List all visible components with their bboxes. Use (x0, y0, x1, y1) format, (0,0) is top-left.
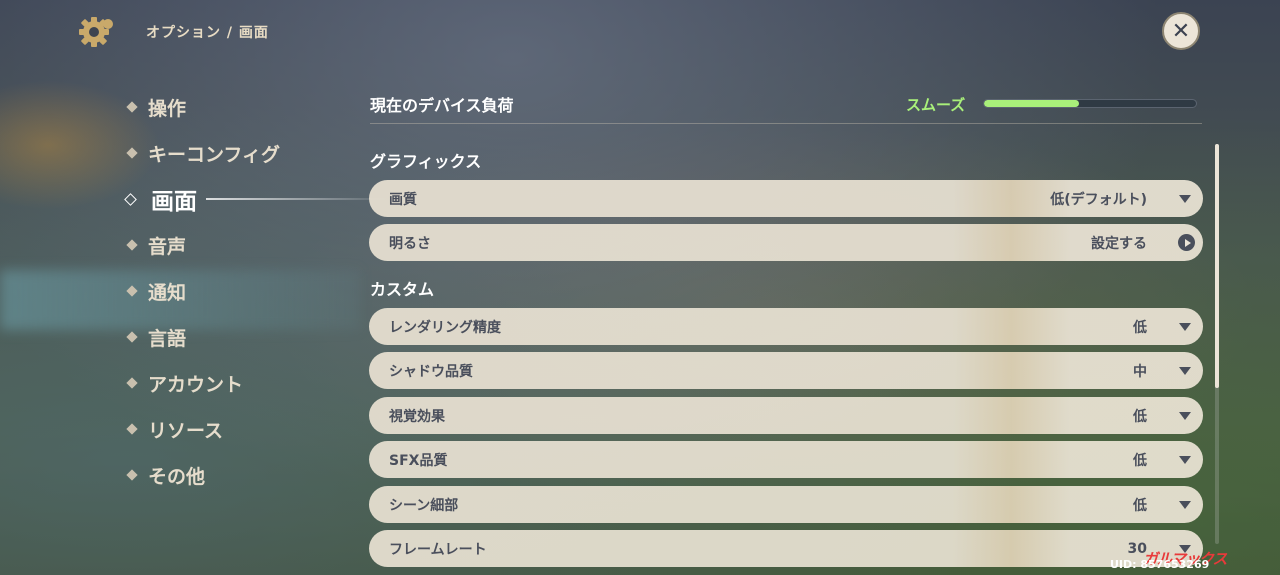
sidebar-item-label: 通知 (148, 281, 187, 304)
sidebar-item-key-config[interactable]: キーコンフィグ (126, 130, 346, 176)
close-icon: ✕ (1171, 18, 1191, 44)
header: オプション / 画面 (78, 14, 269, 50)
brightness-setting[interactable]: 明るさ 設定する (369, 224, 1203, 261)
diamond-icon (124, 192, 137, 206)
diamond-icon (126, 147, 138, 159)
sidebar-item-label: その他 (148, 465, 206, 488)
row-label: シーン細部 (389, 497, 459, 514)
row-label: レンダリング精度 (389, 319, 501, 336)
sidebar-item-label: 言語 (148, 327, 187, 350)
uid-label: UID: 857653269 (1110, 558, 1210, 571)
sidebar-item-audio[interactable]: 音声 (126, 222, 346, 268)
gear-icon (79, 17, 113, 47)
scrollbar-thumb[interactable] (1215, 144, 1219, 388)
sidebar-item-controls[interactable]: 操作 (126, 84, 346, 130)
row-label: 画質 (389, 191, 417, 208)
sidebar-item-resources[interactable]: リソース (126, 406, 346, 452)
diamond-icon (126, 331, 138, 343)
frame-rate-dropdown[interactable]: フレームレート 30 (369, 530, 1203, 567)
caret-down-icon (1179, 412, 1191, 420)
sidebar-item-account[interactable]: アカウント (126, 360, 346, 406)
device-load-fill (984, 100, 1080, 107)
row-label: SFX品質 (389, 452, 448, 469)
device-load-bar (983, 99, 1197, 108)
divider (370, 123, 1202, 124)
sidebar-item-graphics[interactable]: 画面 (124, 176, 396, 222)
row-label: 明るさ (389, 235, 431, 252)
row-value: 低 (1133, 497, 1147, 514)
scene-detail-dropdown[interactable]: シーン細部 低 (369, 486, 1203, 523)
diamond-icon (126, 377, 138, 389)
render-resolution-dropdown[interactable]: レンダリング精度 低 (369, 308, 1203, 345)
visual-effects-dropdown[interactable]: 視覚効果 低 (369, 397, 1203, 434)
row-value: 設定する (1091, 235, 1147, 252)
diamond-icon (126, 469, 138, 481)
active-indicator (206, 198, 396, 200)
arrow-right-icon (1178, 234, 1195, 251)
graphics-quality-dropdown[interactable]: 画質 低(デフォルト) (369, 180, 1203, 217)
row-value: 低 (1133, 408, 1147, 425)
sidebar-item-other[interactable]: その他 (126, 452, 346, 498)
row-label: シャドウ品質 (389, 363, 473, 380)
device-load-title: 現在のデバイス負荷 (370, 96, 514, 115)
sidebar: 操作 キーコンフィグ 画面 音声 通知 言語 アカウント リソース その他 (124, 84, 396, 498)
sidebar-item-label: 音声 (148, 235, 187, 258)
sidebar-item-language[interactable]: 言語 (126, 314, 346, 360)
sidebar-item-label: 画面 (151, 189, 197, 215)
row-label: フレームレート (389, 541, 487, 558)
row-label: 視覚効果 (389, 408, 445, 425)
sidebar-item-label: キーコンフィグ (148, 143, 281, 166)
device-load-status: スムーズ (906, 96, 966, 114)
caret-down-icon (1179, 501, 1191, 509)
caret-down-icon (1179, 195, 1191, 203)
row-value: 低 (1133, 452, 1147, 469)
caret-down-icon (1179, 456, 1191, 464)
row-value: 低 (1133, 319, 1147, 336)
sidebar-item-notifications[interactable]: 通知 (126, 268, 346, 314)
diamond-icon (126, 423, 138, 435)
caret-down-icon (1179, 367, 1191, 375)
section-title-graphics: グラフィックス (370, 152, 482, 171)
breadcrumb: オプション / 画面 (146, 25, 269, 41)
diamond-icon (126, 239, 138, 251)
section-title-custom: カスタム (370, 280, 435, 299)
shadow-quality-dropdown[interactable]: シャドウ品質 中 (369, 352, 1203, 389)
close-button[interactable]: ✕ (1162, 12, 1200, 50)
diamond-icon (126, 285, 138, 297)
caret-down-icon (1179, 323, 1191, 331)
sidebar-item-label: アカウント (148, 373, 244, 396)
sfx-quality-dropdown[interactable]: SFX品質 低 (369, 441, 1203, 478)
row-value: 中 (1133, 363, 1147, 380)
row-value: 低(デフォルト) (1050, 191, 1147, 208)
sidebar-item-label: リソース (148, 419, 224, 442)
diamond-icon (126, 101, 138, 113)
sidebar-item-label: 操作 (148, 97, 187, 120)
